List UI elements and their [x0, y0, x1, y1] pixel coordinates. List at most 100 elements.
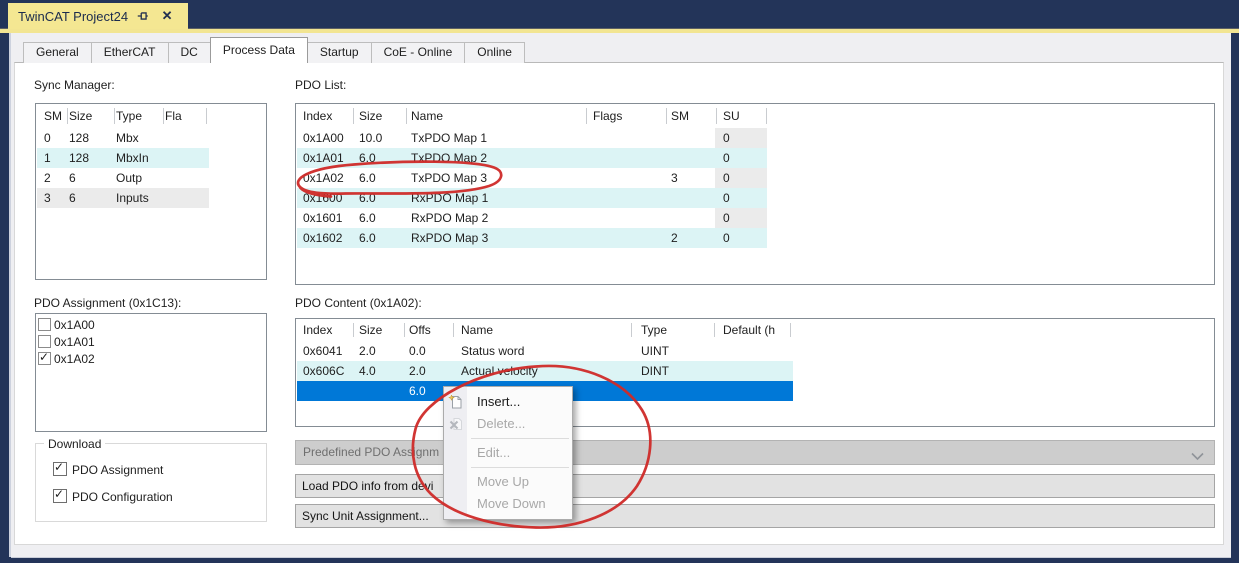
- cell-su: 0: [723, 188, 730, 208]
- pdo-content-label: PDO Content (0x1A02):: [295, 296, 422, 310]
- menu-item-move-up: Move Up: [444, 471, 572, 493]
- pushpin-icon[interactable]: [134, 8, 152, 24]
- header-separator: [404, 323, 405, 337]
- pdo-assignment-item-0x1a00[interactable]: 0x1A00: [36, 317, 266, 334]
- cell-index: 0x1A01: [303, 148, 344, 168]
- menu-separator: [471, 438, 569, 439]
- twincat-process-data-screen: { "title_bar": { "tab_label": "TwinCAT P…: [0, 0, 1239, 563]
- check-mark: ✓: [54, 460, 64, 474]
- tab-process-data[interactable]: Process Data: [210, 37, 308, 63]
- cell-size: 2.0: [359, 341, 376, 361]
- sync-unit-assignment-button[interactable]: Sync Unit Assignment...: [295, 504, 1215, 528]
- header-separator: [453, 323, 454, 337]
- cell-name: RxPDO Map 3: [411, 228, 488, 248]
- tab-dc[interactable]: DC: [168, 42, 211, 63]
- cell-size: 6.0: [359, 208, 376, 228]
- pdo-list-table-header-flags: Flags: [593, 104, 622, 128]
- cell-offs: 2.0: [409, 361, 426, 381]
- menu-item-label: Move Down: [477, 496, 546, 511]
- pdo-list-label: PDO List:: [295, 78, 346, 92]
- document-tab-title: TwinCAT Project24: [8, 9, 128, 24]
- new-item-icon: [448, 394, 464, 410]
- cell-su: 0: [723, 168, 730, 188]
- check-mark: ✓: [54, 487, 64, 501]
- cell-sm: 3: [44, 188, 51, 208]
- cell-name: TxPDO Map 2: [411, 148, 487, 168]
- cell-name: RxPDO Map 1: [411, 188, 488, 208]
- cell-su: 0: [723, 228, 730, 248]
- pdo-list-table: IndexSizeNameFlagsSMSU0x1A0010.0TxPDO Ma…: [295, 103, 1215, 285]
- cell-size: 6.0: [359, 168, 376, 188]
- tab-startup[interactable]: Startup: [307, 42, 372, 63]
- cell-size: 6: [69, 188, 76, 208]
- checkbox-unchecked[interactable]: [38, 318, 51, 331]
- cell-size: 128: [69, 148, 89, 168]
- cell-type: Outp: [116, 168, 142, 188]
- download-option-label: PDO Configuration: [72, 490, 173, 504]
- header-separator: [114, 108, 115, 124]
- sync-unit-assignment-button-label: Sync Unit Assignment...: [302, 505, 429, 527]
- menu-item-label: Insert...: [477, 394, 520, 409]
- download-option-label: PDO Assignment: [72, 463, 163, 477]
- sync-manager-label: Sync Manager:: [34, 78, 115, 92]
- menu-item-move-down: Move Down: [444, 493, 572, 515]
- sync-manager-table: SMSizeTypeFla0128Mbx1128MbxIn26Outp36Inp…: [35, 103, 267, 280]
- cell-name: TxPDO Map 1: [411, 128, 487, 148]
- cell-name: Status word: [461, 341, 524, 361]
- download-groupbox-label: Download: [44, 437, 105, 451]
- pdo-content-table-header-type: Type: [641, 319, 667, 341]
- tab-ethercat[interactable]: EtherCAT: [91, 42, 169, 63]
- pdo-assignment-item-label: 0x1A01: [54, 335, 95, 349]
- download-groupbox: Download: [35, 443, 267, 522]
- pdo-list-table-header-index: Index: [303, 104, 332, 128]
- cell-offs: 0.0: [409, 341, 426, 361]
- menu-item-label: Delete...: [477, 416, 525, 431]
- menu-item-delete: Delete...: [444, 413, 572, 435]
- header-separator: [353, 108, 354, 124]
- cell-type: Inputs: [116, 188, 149, 208]
- checkbox-checked[interactable]: ✓: [38, 352, 51, 365]
- cell-size: 128: [69, 128, 89, 148]
- load-pdo-info-button[interactable]: Load PDO info from devi: [295, 474, 1215, 498]
- cell-index: 0x1601: [303, 208, 342, 228]
- menu-item-insert[interactable]: Insert...: [444, 391, 572, 413]
- pdo-assignment-listbox[interactable]: 0x1A000x1A01 ✓0x1A02: [35, 313, 267, 432]
- check-mark: ✓: [39, 350, 49, 364]
- cell-size: 6.0: [359, 228, 376, 248]
- checkbox-checked[interactable]: ✓: [53, 489, 67, 503]
- pdo-content-table-header-size: Size: [359, 319, 382, 341]
- cell-sm: 2: [44, 168, 51, 188]
- header-separator: [353, 323, 354, 337]
- cell-index: 0x1A00: [303, 128, 344, 148]
- sync-manager-table-header-fla: Fla: [165, 104, 182, 128]
- pdo-assignment-item-0x1a02[interactable]: ✓0x1A02: [36, 351, 266, 368]
- predefined-pdo-assignment-combo[interactable]: Predefined PDO Assignm: [295, 440, 1215, 465]
- header-separator: [631, 323, 632, 337]
- pdo-content-table-header-offs: Offs: [409, 319, 431, 341]
- cell-su: 0: [723, 148, 730, 168]
- document-tab[interactable]: TwinCAT Project24 ✕: [8, 3, 188, 29]
- cell-sm: 1: [44, 148, 51, 168]
- cell-sm: 3: [671, 168, 678, 188]
- close-icon[interactable]: ✕: [158, 8, 176, 24]
- predefined-pdo-assignment-combo-text: Predefined PDO Assignm: [303, 441, 439, 464]
- pdo-assignment-item-0x1a01[interactable]: 0x1A01: [36, 334, 266, 351]
- tab-online[interactable]: Online: [464, 42, 525, 63]
- checkbox-checked[interactable]: ✓: [53, 462, 67, 476]
- cell-name: TxPDO Map 3: [411, 168, 487, 188]
- tab-general[interactable]: General: [23, 42, 92, 63]
- pdo-content-table-header-default-h: Default (h: [723, 319, 775, 341]
- delete-icon: [448, 416, 464, 432]
- tab-coe-online[interactable]: CoE - Online: [371, 42, 466, 63]
- cell-sm: 2: [671, 228, 678, 248]
- cell-index: 0x1602: [303, 228, 342, 248]
- load-pdo-info-button-label: Load PDO info from devi: [302, 475, 433, 497]
- chevron-down-icon: [1191, 448, 1204, 466]
- checkbox-unchecked[interactable]: [38, 335, 51, 348]
- menu-item-label: Move Up: [477, 474, 529, 489]
- cell-sm: 0: [44, 128, 51, 148]
- pdo-list-table-header-sm: SM: [671, 104, 689, 128]
- menu-item-edit: Edit...: [444, 442, 572, 464]
- header-separator: [714, 323, 715, 337]
- cell-index: 0x1A02: [303, 168, 344, 188]
